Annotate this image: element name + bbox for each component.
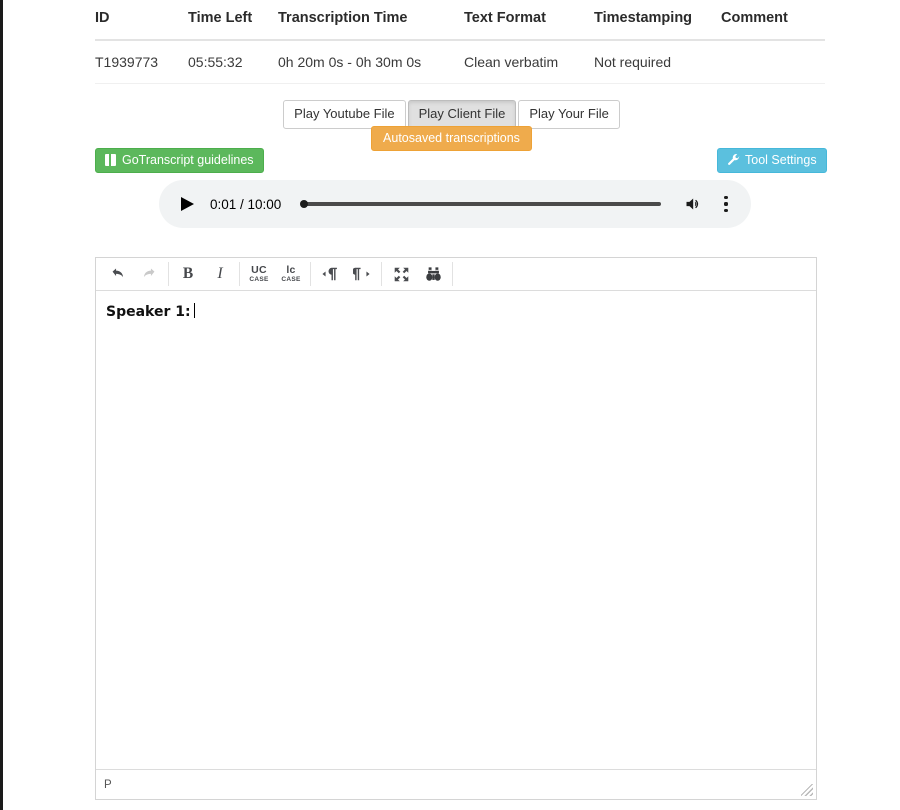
- toolbar-group-format: B I: [169, 262, 240, 286]
- paragraph-rtl-icon[interactable]: [346, 261, 378, 287]
- column-header-comment: Comment: [721, 0, 825, 41]
- cell-id: T1939773: [95, 40, 188, 84]
- gotranscript-guidelines-button[interactable]: GoTranscript guidelines: [95, 148, 264, 173]
- toolbar-group-view: [382, 262, 453, 286]
- element-path: P: [104, 778, 112, 791]
- editor-content-area[interactable]: Speaker 1:: [96, 291, 816, 769]
- uppercase-line2: CASE: [249, 275, 269, 283]
- binoculars-icon[interactable]: [417, 261, 449, 287]
- lowercase-line2: CASE: [281, 275, 301, 283]
- volume-icon[interactable]: [683, 194, 705, 214]
- editor-toolbar: B I UC CASE lc CASE: [96, 258, 816, 291]
- redo-icon[interactable]: [133, 261, 165, 287]
- cell-text-format: Clean verbatim: [464, 40, 594, 84]
- cell-transcription-time: 0h 20m 0s - 0h 30m 0s: [278, 40, 464, 84]
- bold-button[interactable]: B: [172, 261, 204, 287]
- tool-settings-button[interactable]: Tool Settings: [717, 148, 827, 173]
- column-header-transcription-time: Transcription Time: [278, 0, 464, 41]
- paragraph-ltr-icon[interactable]: [314, 261, 346, 287]
- guidelines-label: GoTranscript guidelines: [122, 153, 254, 167]
- speaker-label: Speaker 1:: [106, 304, 191, 320]
- column-header-text-format: Text Format: [464, 0, 594, 41]
- toolbar-group-history: [98, 262, 169, 286]
- play-icon[interactable]: [177, 194, 197, 214]
- italic-button[interactable]: I: [204, 261, 236, 287]
- transcription-editor-page: ID Time Left Transcription Time Text For…: [3, 0, 900, 810]
- column-header-time-left: Time Left: [188, 0, 278, 41]
- lowercase-line1: lc: [286, 263, 296, 276]
- transcription-editor: B I UC CASE lc CASE Speaker 1: P: [95, 257, 817, 800]
- text-cursor: [193, 303, 195, 318]
- lowercase-button[interactable]: lc CASE: [275, 261, 307, 287]
- job-info-table: ID Time Left Transcription Time Text For…: [95, 0, 825, 84]
- column-header-timestamping: Timestamping: [594, 0, 721, 41]
- cell-time-left: 05:55:32: [188, 40, 278, 84]
- uppercase-line1: UC: [251, 263, 267, 276]
- cell-timestamping: Not required: [594, 40, 721, 84]
- column-header-id: ID: [95, 0, 188, 41]
- undo-icon[interactable]: [101, 261, 133, 287]
- resize-grip-handle[interactable]: [801, 784, 813, 796]
- tool-settings-label: Tool Settings: [745, 153, 817, 167]
- fullscreen-icon[interactable]: [385, 261, 417, 287]
- more-vertical-icon[interactable]: [717, 194, 735, 214]
- table-row: T1939773 05:55:32 0h 20m 0s - 0h 30m 0s …: [95, 40, 825, 84]
- uppercase-button[interactable]: UC CASE: [243, 261, 275, 287]
- audio-player[interactable]: 0:01 / 10:00: [159, 180, 751, 228]
- audio-progress-slider[interactable]: [300, 200, 661, 208]
- book-icon: [105, 154, 116, 166]
- autosaved-transcriptions-button[interactable]: Autosaved transcriptions: [371, 126, 532, 151]
- toolbar-group-direction: [311, 262, 382, 286]
- wrench-icon: [727, 153, 740, 167]
- table-header-row: ID Time Left Transcription Time Text For…: [95, 0, 825, 41]
- toolbar-group-case: UC CASE lc CASE: [240, 262, 311, 286]
- editor-status-bar: P: [96, 769, 816, 799]
- audio-time-display: 0:01 / 10:00: [210, 196, 282, 212]
- cell-comment: [721, 40, 825, 84]
- audio-progress-knob[interactable]: [300, 200, 309, 208]
